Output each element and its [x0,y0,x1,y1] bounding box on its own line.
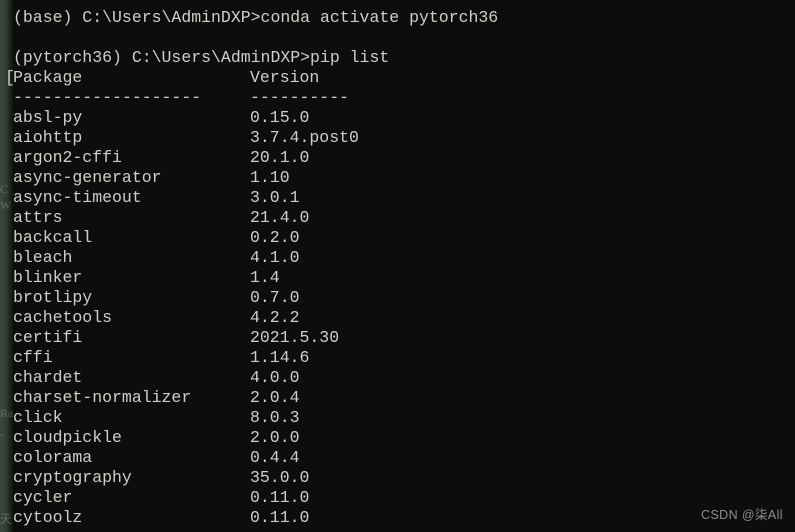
package-row: cachetools 4.2.2 [0,308,795,328]
package-version: 0.7.0 [250,288,300,307]
prompt-line-pip-list: (pytorch36) C:\Users\AdminDXP>pip list [13,48,390,67]
package-row: colorama 0.4.4 [0,448,795,468]
package-row: cycler 0.11.0 [0,488,795,508]
package-name: attrs [13,208,63,227]
package-row: aiohttp 3.7.4.post0 [0,128,795,148]
package-name: cffi [13,348,53,367]
package-version: 1.10 [250,168,290,187]
package-name: cachetools [13,308,113,327]
package-version: 4.2.2 [250,308,300,327]
package-row: async-generator 1.10 [0,168,795,188]
package-row: bleach 4.1.0 [0,248,795,268]
package-name: bleach [13,248,73,267]
package-version: 2.0.0 [250,428,300,447]
clipped-bracket-artifact: [ [5,68,15,87]
package-name: cycler [13,488,73,507]
package-version: 35.0.0 [250,468,310,487]
package-row: backcall 0.2.0 [0,228,795,248]
package-version: 0.2.0 [250,228,300,247]
package-name: aiohttp [13,128,83,147]
package-version: 21.4.0 [250,208,310,227]
package-version: 4.1.0 [250,248,300,267]
package-name: argon2-cffi [13,148,122,167]
csdn-watermark: CSDN @柒All [701,508,783,522]
package-version: 3.7.4.post0 [250,128,359,147]
package-version: 0.11.0 [250,488,310,507]
column-header-version: Version [250,68,320,87]
package-row: async-timeout 3.0.1 [0,188,795,208]
console-output[interactable]: (base) C:\Users\AdminDXP>conda activate … [0,0,795,532]
package-row: cloudpickle 2.0.0 [0,428,795,448]
package-version: 3.0.1 [250,188,300,207]
package-row: blinker 1.4 [0,268,795,288]
package-name: certifi [13,328,83,347]
package-name: cytoolz [13,508,83,527]
package-name: cryptography [13,468,132,487]
package-name: blinker [13,268,83,287]
package-row: cytoolz 0.11.0 [0,508,795,528]
package-version: 0.4.4 [250,448,300,467]
table-header-rule: ------------------- ---------- [0,88,795,108]
package-name: backcall [13,228,93,247]
package-name: click [13,408,63,427]
package-name: cloudpickle [13,428,122,447]
package-version: 8.0.3 [250,408,300,427]
prompt-line-conda-activate: (base) C:\Users\AdminDXP>conda activate … [13,8,499,27]
package-version: 1.4 [250,268,280,287]
package-name: brotlipy [13,288,93,307]
package-name: async-timeout [13,188,142,207]
package-name: async-generator [13,168,162,187]
package-name: colorama [13,448,93,467]
package-name: absl-py [13,108,83,127]
package-row: certifi 2021.5.30 [0,328,795,348]
package-row: click 8.0.3 [0,408,795,428]
rule-version: ---------- [250,88,350,107]
package-row: attrs 21.4.0 [0,208,795,228]
package-row: absl-py 0.15.0 [0,108,795,128]
terminal-window[interactable]: (base) C:\Users\AdminDXP>conda activate … [0,0,795,532]
package-row: charset-normalizer 2.0.4 [0,388,795,408]
package-row: argon2-cffi 20.1.0 [0,148,795,168]
package-version: 1.14.6 [250,348,310,367]
package-version: 0.11.0 [250,508,310,527]
table-header-row: Package Version [0,68,795,88]
package-row: brotlipy 0.7.0 [0,288,795,308]
package-name: chardet [13,368,83,387]
package-version: 20.1.0 [250,148,310,167]
column-header-package: Package [13,68,83,87]
package-list: absl-py 0.15.0 aiohttp 3.7.4.post0 argon2-cf… [0,108,795,528]
package-version: 2.0.4 [250,388,300,407]
package-row: cryptography 35.0.0 [0,468,795,488]
package-row: cffi 1.14.6 [0,348,795,368]
rule-package: ------------------- [13,88,202,107]
package-row: chardet 4.0.0 [0,368,795,388]
package-version: 4.0.0 [250,368,300,387]
package-name: charset-normalizer [13,388,192,407]
package-version: 0.15.0 [250,108,310,127]
package-version: 2021.5.30 [250,328,340,347]
